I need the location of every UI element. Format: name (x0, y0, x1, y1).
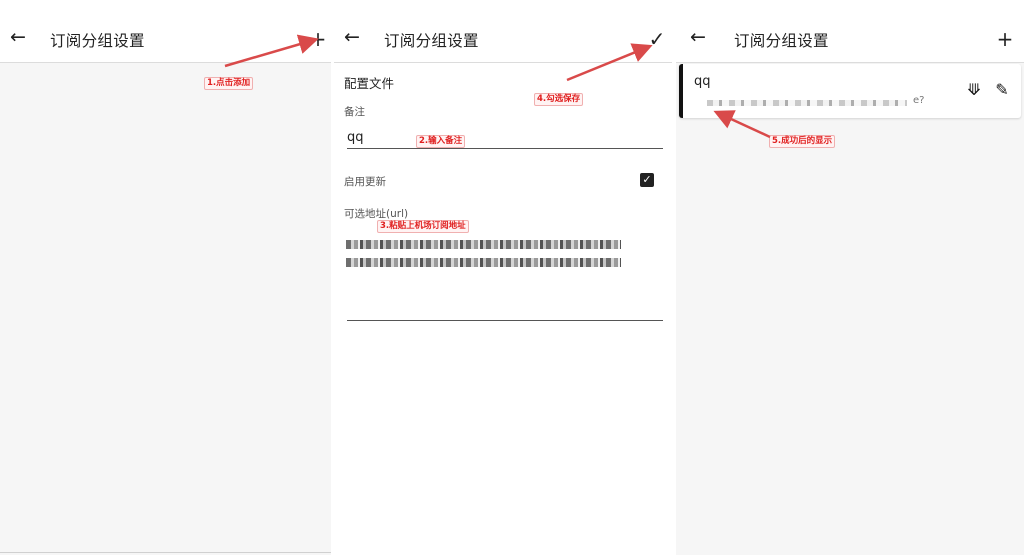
annotation-arrows (224, 34, 771, 139)
arrow-to-save (566, 43, 653, 82)
arrow-to-add (224, 34, 319, 68)
arrow-to-card (713, 110, 771, 139)
